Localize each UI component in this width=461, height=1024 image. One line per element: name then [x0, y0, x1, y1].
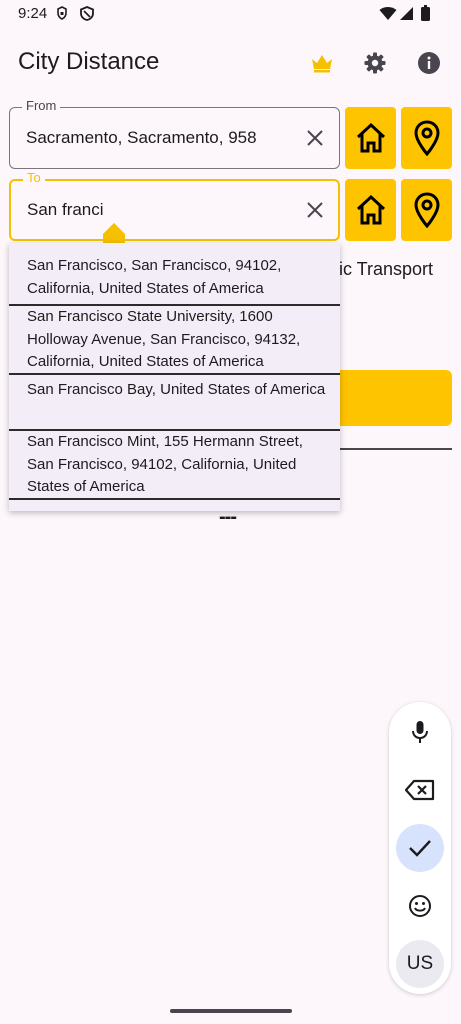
from-field[interactable]: From Sacramento, Sacramento, 958: [9, 98, 340, 169]
gear-icon: [364, 52, 386, 74]
premium-button[interactable]: [306, 47, 338, 79]
to-field-value[interactable]: San franci: [27, 200, 289, 220]
close-icon: [307, 130, 323, 146]
from-field-label: From: [22, 98, 61, 113]
emoji-icon: [409, 895, 431, 917]
suggestion-item[interactable]: San Francisco State University, 1600 Hol…: [9, 306, 340, 375]
vpn-shield-icon: [80, 6, 94, 21]
from-clear-button[interactable]: [303, 126, 327, 150]
info-button[interactable]: [413, 47, 445, 79]
from-field-value[interactable]: Sacramento, Sacramento, 958: [26, 128, 288, 148]
language-button[interactable]: US: [396, 940, 444, 988]
to-clear-button[interactable]: [303, 198, 327, 222]
suggestion-item[interactable]: San Francisco, San Francisco, 94102, Cal…: [9, 243, 340, 306]
suggestion-item[interactable]: San Francisco Bay, United States of Amer…: [9, 375, 340, 431]
backspace-icon: [405, 779, 435, 801]
cell-signal-icon: [400, 7, 413, 20]
to-location-button[interactable]: [401, 179, 452, 241]
app-title: City Distance: [18, 48, 160, 75]
mic-icon: [412, 721, 428, 743]
backspace-button[interactable]: [396, 766, 444, 814]
emoji-button[interactable]: [396, 882, 444, 930]
close-icon: [307, 202, 323, 218]
check-icon: [409, 840, 431, 857]
voice-toolbar: US: [389, 702, 451, 994]
mic-button[interactable]: [396, 708, 444, 756]
info-icon: [418, 52, 440, 74]
crown-icon: [312, 55, 332, 73]
battery-icon: [421, 5, 430, 21]
status-bar: 9:24: [0, 0, 461, 28]
map-pin-icon: [413, 120, 440, 156]
suggestions-dropdown: San Francisco, San Francisco, 94102, Cal…: [9, 243, 340, 511]
home-indicator[interactable]: [170, 1009, 292, 1013]
wifi-icon: [379, 7, 397, 20]
to-home-button[interactable]: [345, 179, 396, 241]
settings-button[interactable]: [359, 47, 391, 79]
home-icon: [356, 123, 385, 153]
from-location-button[interactable]: [401, 107, 452, 169]
to-field[interactable]: To San franci: [9, 170, 340, 245]
home-icon: [356, 195, 385, 225]
text-cursor-handle[interactable]: [103, 223, 125, 245]
map-pin-icon: [413, 192, 440, 228]
screen: 9:24 City Distance From Sacramento, Sacr…: [0, 0, 461, 1024]
public-transport-option[interactable]: lic Transport: [335, 259, 433, 280]
lock-shield-icon: [57, 6, 67, 20]
status-time: 9:24: [18, 5, 48, 22]
to-field-label: To: [23, 170, 45, 185]
confirm-button[interactable]: [396, 824, 444, 872]
suggestion-item[interactable]: San Francisco Mint, 155 Hermann Street, …: [9, 431, 340, 500]
from-home-button[interactable]: [345, 107, 396, 169]
